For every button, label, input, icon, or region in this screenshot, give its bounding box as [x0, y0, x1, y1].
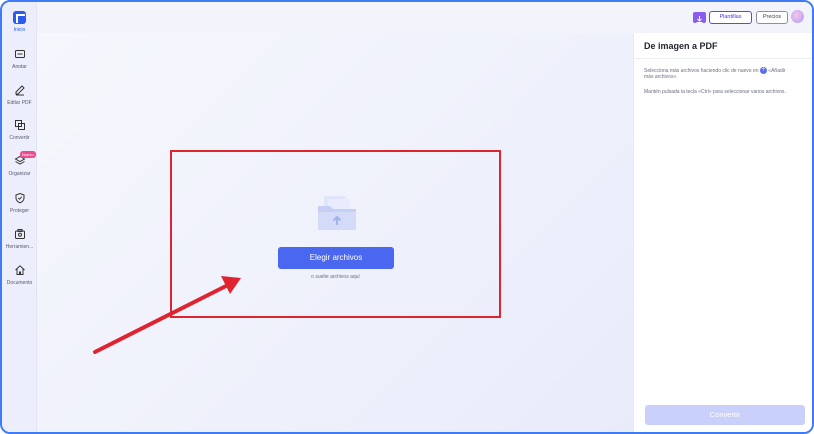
- sidebar-item-label: Anotar: [12, 64, 27, 70]
- download-icon[interactable]: [693, 12, 706, 23]
- panel-divider: [634, 58, 812, 59]
- panel-title: De imagen a PDF: [644, 41, 718, 51]
- sidebar-item-inicio[interactable]: Inicio: [2, 27, 37, 33]
- templates-button[interactable]: Plantillas: [709, 11, 752, 24]
- sidebar: Inicio Anotar Editar PDF Convertir Nuevo…: [2, 2, 37, 432]
- panel-hint-ctrl: Mantén pulsada la tecla «Ctrl» para sele…: [644, 89, 786, 95]
- avatar[interactable]: [791, 10, 804, 23]
- sidebar-item-label: Herramien...: [5, 244, 34, 250]
- folder-upload-icon: [318, 196, 356, 230]
- sidebar-item-label: Documento: [6, 280, 33, 286]
- sidebar-item-herramientas[interactable]: Herramien...: [2, 228, 37, 250]
- sidebar-item-label: Editar PDF: [7, 100, 32, 106]
- choose-files-button[interactable]: Elegir archivos: [278, 247, 394, 269]
- edit-pdf-icon: [15, 85, 25, 96]
- right-panel: De imagen a PDF Selecciona más archivos …: [633, 33, 812, 432]
- upload-canvas: Elegir archivos o suelte archivos aquí: [37, 33, 633, 432]
- sidebar-item-anotar[interactable]: Anotar: [2, 48, 37, 70]
- sidebar-item-editar-pdf[interactable]: Editar PDF: [2, 84, 37, 106]
- panel-hint-add-files: Selecciona más archivos haciendo clic de…: [644, 67, 794, 80]
- shield-icon: [15, 192, 24, 204]
- sidebar-item-label: Proteger: [9, 208, 30, 214]
- hint-text: Selecciona más archivos haciendo clic de…: [644, 67, 759, 74]
- sidebar-item-proteger[interactable]: Proteger: [2, 192, 37, 214]
- drop-zone-highlight: Elegir archivos o suelte archivos aquí: [170, 150, 501, 318]
- sidebar-item-convertir[interactable]: Convertir: [2, 119, 37, 141]
- convert-button[interactable]: Convertir: [645, 405, 805, 425]
- drop-files-hint: o suelte archivos aquí: [311, 274, 360, 280]
- home-logo-icon[interactable]: [13, 11, 26, 24]
- tools-icon: [14, 229, 25, 239]
- app-window: Inicio Anotar Editar PDF Convertir Nuevo…: [0, 0, 814, 434]
- convert-icon: [14, 120, 25, 130]
- top-bar: Plantillas Precios: [37, 2, 812, 33]
- sidebar-item-organizar[interactable]: Nuevo Organizar: [2, 151, 37, 177]
- add-more-icon: +: [759, 67, 767, 74]
- sidebar-item-documento[interactable]: Documento: [2, 264, 37, 286]
- sidebar-item-label: Organizar: [8, 171, 31, 177]
- sidebar-item-label: Convertir: [9, 135, 30, 141]
- new-badge: Nuevo: [20, 151, 36, 158]
- home-icon: [14, 265, 25, 275]
- annotate-icon: [14, 50, 25, 58]
- sidebar-item-label: Inicio: [13, 27, 26, 33]
- pricing-button[interactable]: Precios: [756, 11, 788, 24]
